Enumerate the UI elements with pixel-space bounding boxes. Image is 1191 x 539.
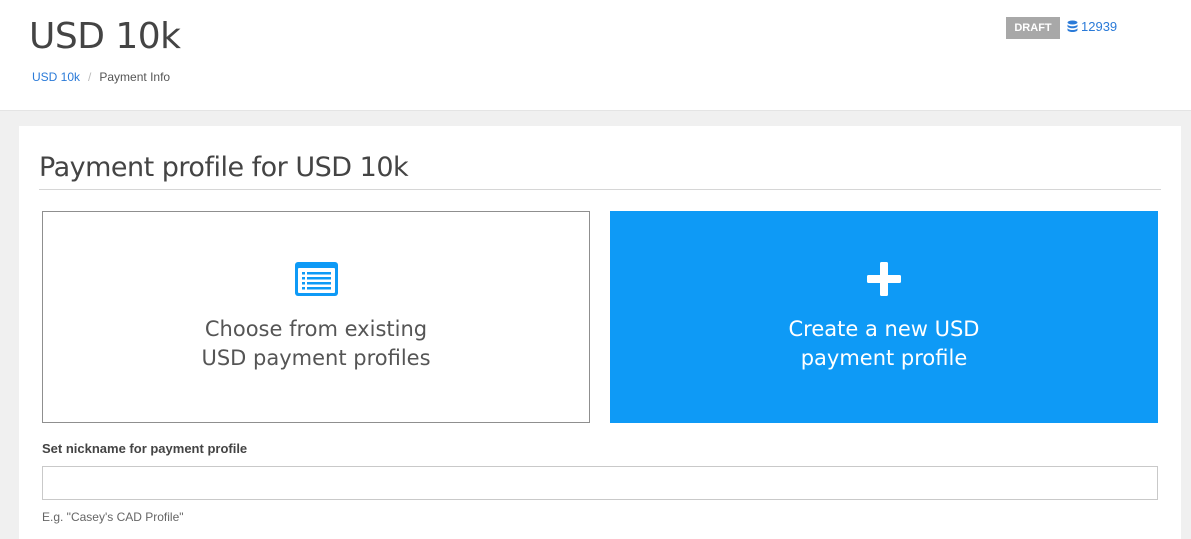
choose-existing-label: Choose from existing USD payment profile… bbox=[201, 316, 431, 370]
divider bbox=[39, 189, 1161, 190]
nickname-help-text: E.g. "Casey's CAD Profile" bbox=[42, 510, 184, 524]
breadcrumb: USD 10k / Payment Info bbox=[32, 70, 170, 84]
credits-value: 12939 bbox=[1081, 19, 1118, 34]
choose-existing-profile-button[interactable]: Choose from existing USD payment profile… bbox=[42, 211, 590, 423]
breadcrumb-separator: / bbox=[88, 70, 92, 84]
panel-title: Payment profile for USD 10k bbox=[39, 152, 409, 183]
list-icon bbox=[294, 261, 338, 301]
create-new-profile-button[interactable]: Create a new USD payment profile bbox=[610, 211, 1158, 423]
database-icon bbox=[1067, 20, 1078, 33]
page-header: USD 10k USD 10k / Payment Info DRAFT 12939 bbox=[0, 0, 1191, 111]
nickname-label: Set nickname for payment profile bbox=[42, 441, 248, 456]
breadcrumb-current: Payment Info bbox=[99, 70, 171, 84]
credits-link[interactable]: 12939 bbox=[1067, 19, 1117, 34]
create-new-label: Create a new USD payment profile bbox=[788, 316, 980, 370]
payment-profile-panel: Payment profile for USD 10k Choose from … bbox=[19, 126, 1181, 539]
plus-icon bbox=[867, 261, 901, 301]
status-badge: DRAFT bbox=[1006, 17, 1060, 39]
nickname-input[interactable] bbox=[42, 466, 1158, 500]
page-title: USD 10k bbox=[29, 16, 181, 57]
breadcrumb-root-link[interactable]: USD 10k bbox=[32, 70, 80, 84]
